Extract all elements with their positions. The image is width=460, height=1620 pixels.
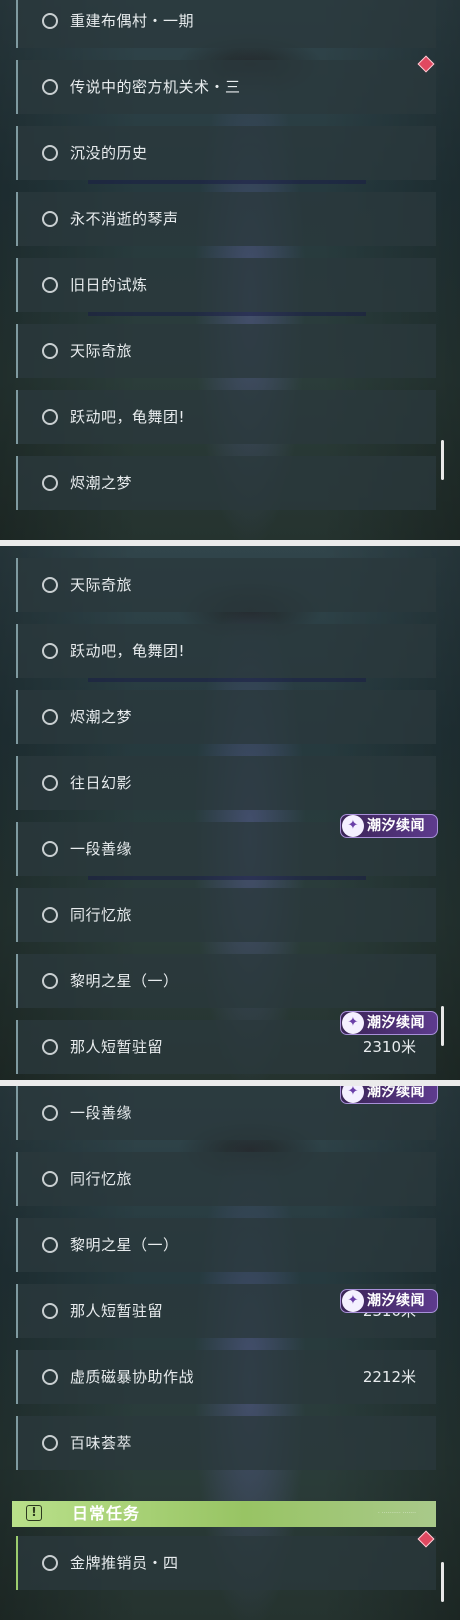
progress-track <box>88 678 366 682</box>
circle-icon <box>42 409 58 425</box>
quest-item[interactable]: 跃动吧，龟舞团! <box>16 390 436 444</box>
daily-tasks-title: 日常任务 <box>72 1504 141 1523</box>
circle-icon <box>42 145 58 161</box>
progress-track <box>88 876 366 880</box>
quest-label: 跃动吧，龟舞团! <box>70 408 186 426</box>
daily-tasks-header[interactable]: ! 日常任务 · ·········· ······· <box>12 1501 436 1527</box>
circle-icon <box>42 13 58 29</box>
quest-item[interactable]: 烬潮之梦 <box>16 690 436 744</box>
circle-icon <box>42 1303 58 1319</box>
quest-panel-2: 天际奇旅 跃动吧，龟舞团! 烬潮之梦 往日幻影 一段善缘 同行忆旅 黎明之星（一… <box>0 546 460 1080</box>
quest-label: 往日幻影 <box>70 774 133 792</box>
tide-story-badge: ✦ 潮汐续闻 <box>340 1086 438 1104</box>
quest-item[interactable]: 同行忆旅 <box>16 1152 436 1206</box>
circle-icon <box>42 577 58 593</box>
quest-label: 天际奇旅 <box>70 576 133 594</box>
circle-icon <box>42 973 58 989</box>
circle-icon <box>42 475 58 491</box>
quest-label: 永不消逝的琴声 <box>70 210 179 228</box>
quest-label: 黎明之星（一） <box>70 1236 179 1254</box>
quest-label: 烬潮之梦 <box>70 708 133 726</box>
daily-tasks-note: · ·········· ······· <box>377 1510 416 1517</box>
quest-label: 那人短暂驻留 <box>70 1038 164 1056</box>
circle-icon <box>42 79 58 95</box>
quest-item[interactable]: 烬潮之梦 <box>16 456 436 510</box>
quest-label: 同行忆旅 <box>70 1170 133 1188</box>
quest-item[interactable]: 同行忆旅 <box>16 888 436 942</box>
circle-icon <box>42 1435 58 1451</box>
quest-item[interactable]: 沉没的历史 <box>16 126 436 184</box>
quest-item[interactable]: 黎明之星（一） <box>16 1218 436 1272</box>
quest-label: 传说中的密方机关术・三 <box>70 78 241 96</box>
circle-icon <box>42 643 58 659</box>
badge-label: 潮汐续闻 <box>367 818 425 834</box>
quest-label: 重建布偶村・一期 <box>70 12 195 30</box>
exclamation-icon: ! <box>26 1505 42 1521</box>
quest-panel-3: 一段善缘 同行忆旅 黎明之星（一） 那人短暂驻留 2310米 虚质磁暴协助作战 … <box>0 1086 460 1620</box>
circle-icon <box>42 841 58 857</box>
distance-label: 2212米 <box>362 1368 416 1386</box>
quest-label: 虚质磁暴协助作战 <box>70 1368 195 1386</box>
progress-track <box>88 180 366 184</box>
quest-item[interactable]: 百味荟萃 <box>16 1416 436 1470</box>
quest-label: 一段善缘 <box>70 840 133 858</box>
quest-item[interactable]: 重建布偶村・一期 <box>16 0 436 48</box>
quest-label: 一段善缘 <box>70 1104 133 1122</box>
scrollbar[interactable] <box>441 1562 444 1602</box>
circle-icon <box>42 211 58 227</box>
quest-item[interactable]: 永不消逝的琴声 <box>16 192 436 246</box>
quest-item[interactable]: 跃动吧，龟舞团! <box>16 624 436 682</box>
circle-icon <box>42 907 58 923</box>
circle-icon <box>42 1039 58 1055</box>
circle-icon <box>42 775 58 791</box>
tide-swirl-icon: ✦ <box>342 1290 364 1312</box>
tide-swirl-icon: ✦ <box>342 1012 364 1034</box>
quest-label: 那人短暂驻留 <box>70 1302 164 1320</box>
badge-label: 潮汐续闻 <box>367 1015 425 1031</box>
progress-track <box>88 312 366 316</box>
circle-icon <box>42 1171 58 1187</box>
quest-item[interactable]: 旧日的试炼 <box>16 258 436 316</box>
circle-icon <box>42 277 58 293</box>
quest-label: 天际奇旅 <box>70 342 133 360</box>
quest-panel-1: 重建布偶村・一期 传说中的密方机关术・三 沉没的历史 永不消逝的琴声 旧日的试炼… <box>0 0 460 540</box>
quest-label: 同行忆旅 <box>70 906 133 924</box>
quest-label: 旧日的试炼 <box>70 276 148 294</box>
tide-story-badge: ✦ 潮汐续闻 <box>340 814 438 838</box>
quest-item[interactable]: 传说中的密方机关术・三 <box>16 60 436 114</box>
quest-item[interactable]: 天际奇旅 <box>16 558 436 612</box>
scrollbar[interactable] <box>441 1006 444 1046</box>
quest-item[interactable]: 金牌推销员・四 <box>16 1536 436 1590</box>
circle-icon <box>42 1237 58 1253</box>
quest-label: 跃动吧，龟舞团! <box>70 642 186 660</box>
tide-swirl-icon: ✦ <box>342 815 364 837</box>
circle-icon <box>42 1369 58 1385</box>
badge-label: 潮汐续闻 <box>367 1293 425 1309</box>
quest-item[interactable]: 往日幻影 <box>16 756 436 810</box>
badge-label: 潮汐续闻 <box>367 1086 425 1100</box>
quest-label: 金牌推销员・四 <box>70 1554 179 1572</box>
quest-label: 百味荟萃 <box>70 1434 133 1452</box>
quest-item[interactable]: 黎明之星（一） <box>16 954 436 1008</box>
scrollbar[interactable] <box>441 440 444 480</box>
quest-label: 烬潮之梦 <box>70 474 133 492</box>
quest-item[interactable]: 天际奇旅 <box>16 324 436 378</box>
circle-icon <box>42 1105 58 1121</box>
tide-story-badge: ✦ 潮汐续闻 <box>340 1289 438 1313</box>
circle-icon <box>42 343 58 359</box>
tide-swirl-icon: ✦ <box>342 1086 364 1103</box>
quest-label: 黎明之星（一） <box>70 972 179 990</box>
quest-label: 沉没的历史 <box>70 144 148 162</box>
circle-icon <box>42 709 58 725</box>
quest-item[interactable]: 虚质磁暴协助作战 2212米 <box>16 1350 436 1404</box>
tide-story-badge: ✦ 潮汐续闻 <box>340 1011 438 1035</box>
circle-icon <box>42 1555 58 1571</box>
